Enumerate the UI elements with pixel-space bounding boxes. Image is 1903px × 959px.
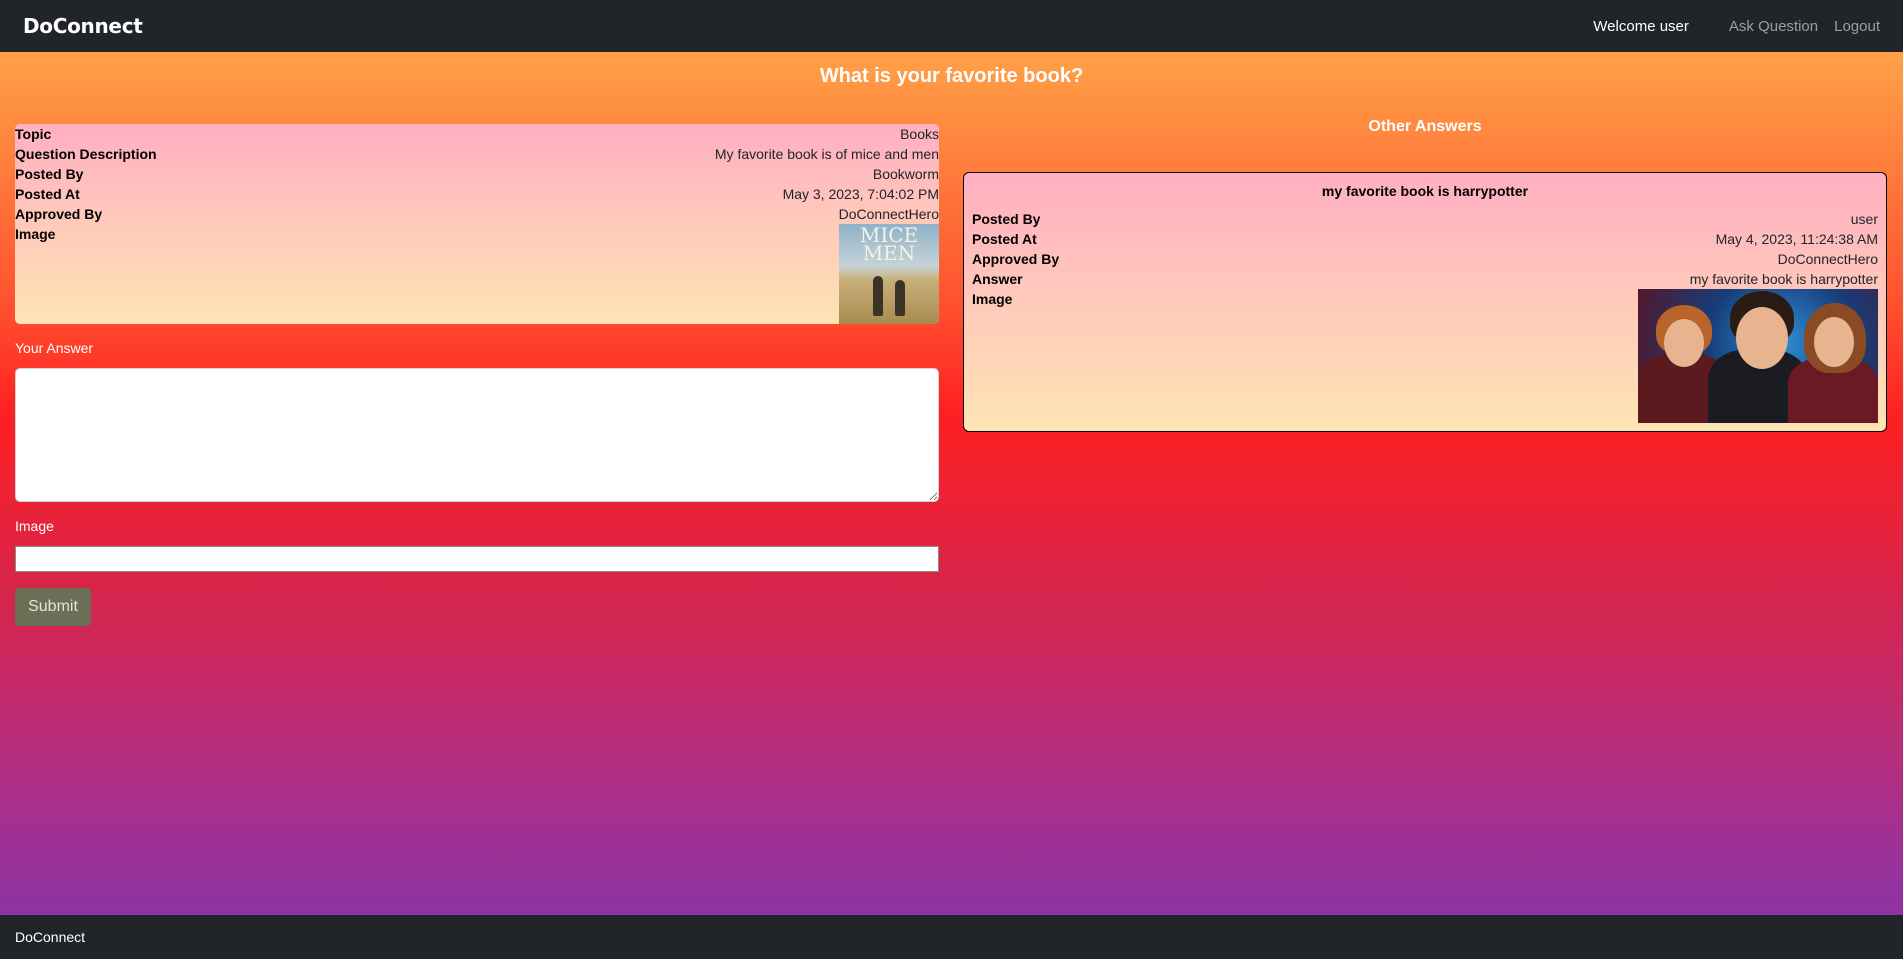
question-field-posted-at: Posted At May 3, 2023, 7:04:02 PM [15, 184, 939, 204]
field-label: Approved By [972, 251, 1060, 267]
figure-shape [1736, 307, 1788, 369]
footer: DoConnect [0, 915, 1903, 959]
nav-links: Welcome user Ask Question Logout [1593, 18, 1880, 35]
figure-shape [873, 276, 883, 316]
answer-field-posted-by: Posted By user [972, 209, 1878, 229]
question-image-row: Image MICE MEN [15, 224, 939, 324]
field-value: my favorite book is harrypotter [1689, 271, 1878, 287]
field-label: Question Description [15, 146, 157, 162]
logout-link[interactable]: Logout [1834, 18, 1880, 35]
other-answers-heading: Other Answers [1368, 118, 1482, 135]
question-field-topic: Topic Books [15, 124, 939, 144]
field-value: DoConnectHero [838, 206, 939, 222]
question-field-approved-by: Approved By DoConnectHero [15, 204, 939, 224]
field-value: Books [900, 126, 939, 142]
field-label: Posted At [972, 231, 1037, 247]
image-label: Image [15, 518, 54, 534]
answer-title: my favorite book is harrypotter [1321, 183, 1529, 199]
field-value: My favorite book is of mice and men [714, 146, 939, 162]
answer-image-row: Image [972, 289, 1878, 423]
submit-button[interactable]: Submit [15, 588, 91, 626]
field-label: Answer [972, 271, 1023, 287]
figure-shape [1814, 317, 1854, 367]
field-label: Posted By [972, 211, 1041, 227]
field-value: Bookworm [872, 166, 939, 182]
field-label: Approved By [15, 206, 103, 222]
answer-field-answer: Answer my favorite book is harrypotter [972, 269, 1878, 289]
footer-brand: DoConnect [15, 929, 86, 945]
field-value: user [1850, 211, 1878, 227]
answer-card: my favorite book is harrypotter Posted B… [963, 172, 1887, 432]
answer-field-approved-by: Approved By DoConnectHero [972, 249, 1878, 269]
welcome-text: Welcome user [1593, 17, 1689, 35]
field-value: DoConnectHero [1777, 251, 1878, 267]
question-field-posted-by: Posted By Bookworm [15, 164, 939, 184]
question-field-description: Question Description My favorite book is… [15, 144, 939, 164]
question-card: Topic Books Question Description My favo… [15, 124, 939, 324]
field-label: Topic [15, 126, 52, 142]
book-cover-image: MICE MEN [839, 224, 939, 324]
field-label: Image [972, 291, 1013, 307]
field-value: May 4, 2023, 11:24:38 AM [1715, 231, 1878, 247]
page-title: What is your favorite book? [819, 65, 1084, 87]
figure-shape [895, 280, 905, 316]
image-input[interactable] [15, 546, 939, 572]
brand-logo[interactable]: DoConnect [23, 14, 143, 38]
field-label: Posted By [15, 166, 84, 182]
answer-image [1638, 289, 1878, 423]
main-content: What is your favorite book? Topic Books … [0, 52, 1903, 915]
field-label: Image [15, 226, 56, 242]
ask-question-link[interactable]: Ask Question [1729, 18, 1818, 35]
field-value: May 3, 2023, 7:04:02 PM [782, 186, 939, 202]
book-cover-title: MICE MEN [859, 224, 919, 265]
answer-textarea[interactable] [15, 368, 939, 502]
answer-field-posted-at: Posted At May 4, 2023, 11:24:38 AM [972, 229, 1878, 249]
figure-shape [1664, 319, 1704, 367]
field-label: Posted At [15, 186, 80, 202]
top-navbar: DoConnect Welcome user Ask Question Logo… [0, 0, 1903, 52]
your-answer-label: Your Answer [15, 340, 94, 356]
